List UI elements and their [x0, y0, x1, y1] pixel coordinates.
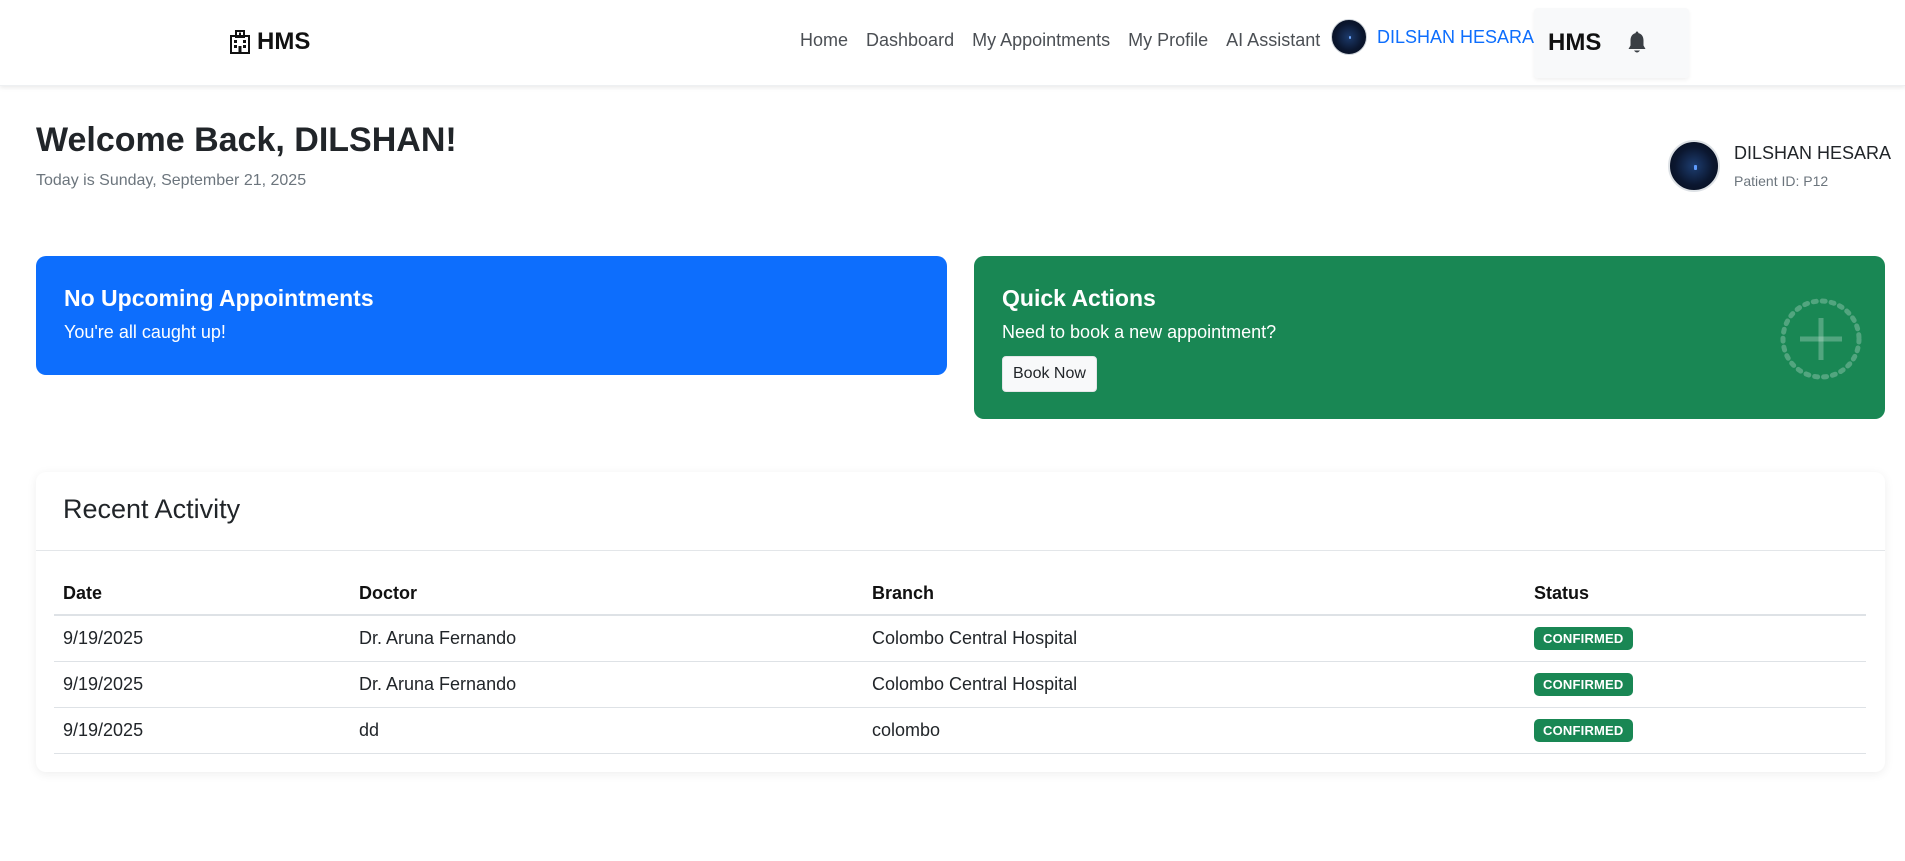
plus-circle-icon: [1780, 298, 1862, 380]
nav-home[interactable]: Home: [800, 30, 848, 51]
user-dropdown[interactable]: DILSHAN HESARA: [1331, 19, 1550, 55]
user-name: DILSHAN HESARA: [1377, 26, 1535, 47]
nav-my-profile[interactable]: My Profile: [1128, 30, 1208, 51]
cell-branch: Colombo Central Hospital: [863, 661, 1525, 708]
notification-panel: HMS: [1534, 8, 1689, 78]
patient-id: Patient ID: P12: [1734, 173, 1829, 189]
cell-branch: colombo: [863, 707, 1525, 754]
table-row: 9/19/2025 dd colombo CONFIRMED: [54, 707, 1866, 754]
column-header-branch: Branch: [863, 572, 1525, 616]
table-row: 9/19/2025 Dr. Aruna Fernando Colombo Cen…: [54, 661, 1866, 708]
upcoming-title: No Upcoming Appointments: [64, 285, 374, 311]
cell-branch: Colombo Central Hospital: [863, 615, 1525, 662]
cell-status: CONFIRMED: [1525, 661, 1866, 708]
upcoming-appointments-card: No Upcoming Appointments You're all caug…: [36, 256, 947, 375]
status-badge: CONFIRMED: [1534, 718, 1633, 742]
avatar: [1331, 19, 1367, 55]
today-date: Today is Sunday, September 21, 2025: [36, 172, 307, 189]
nav-my-appointments[interactable]: My Appointments: [972, 30, 1110, 51]
recent-activity-card: Recent Activity Date Doctor Branch Statu…: [36, 472, 1885, 772]
nav-dashboard[interactable]: Dashboard: [866, 30, 954, 51]
table-row: 9/19/2025 Dr. Aruna Fernando Colombo Cen…: [54, 615, 1866, 662]
status-badge: CONFIRMED: [1534, 672, 1633, 696]
cell-date: 9/19/2025: [54, 615, 350, 662]
quick-actions-text: Need to book a new appointment?: [1002, 322, 1277, 342]
upcoming-text: You're all caught up!: [64, 322, 226, 342]
bell-icon[interactable]: [1626, 31, 1648, 55]
hospital-icon: [230, 30, 250, 54]
page-title: Welcome Back, DILSHAN!: [36, 121, 457, 159]
quick-actions-card: Quick Actions Need to book a new appoint…: [974, 256, 1885, 419]
navbar: HMS Home Dashboard My Appointments My Pr…: [0, 0, 1905, 86]
cell-date: 9/19/2025: [54, 707, 350, 754]
nav-links: Home Dashboard My Appointments My Profil…: [800, 30, 1338, 51]
activity-table: Date Doctor Branch Status 9/19/2025 Dr. …: [54, 572, 1866, 754]
nav-ai-assistant[interactable]: AI Assistant: [1226, 30, 1320, 51]
avatar: [1668, 140, 1720, 192]
cell-date: 9/19/2025: [54, 661, 350, 708]
brand-link[interactable]: HMS: [229, 28, 310, 56]
side-title: HMS: [1548, 29, 1602, 56]
column-header-date: Date: [54, 572, 350, 616]
column-header-status: Status: [1525, 572, 1866, 616]
book-now-button[interactable]: Book Now: [1002, 356, 1097, 392]
recent-activity-title: Recent Activity: [63, 494, 241, 524]
cell-status: CONFIRMED: [1525, 615, 1866, 662]
status-badge: CONFIRMED: [1534, 626, 1633, 650]
cell-doctor: dd: [350, 707, 863, 754]
brand-text: HMS: [257, 28, 311, 55]
column-header-doctor: Doctor: [350, 572, 863, 616]
table-header-row: Date Doctor Branch Status: [54, 572, 1866, 616]
profile-name: DILSHAN HESARA: [1734, 143, 1892, 163]
cell-doctor: Dr. Aruna Fernando: [350, 661, 863, 708]
cell-status: CONFIRMED: [1525, 707, 1866, 754]
quick-actions-title: Quick Actions: [1002, 285, 1156, 311]
profile-summary: DILSHAN HESARA Patient ID: P12: [1668, 140, 1891, 192]
cell-doctor: Dr. Aruna Fernando: [350, 615, 863, 662]
divider: [36, 550, 1885, 551]
